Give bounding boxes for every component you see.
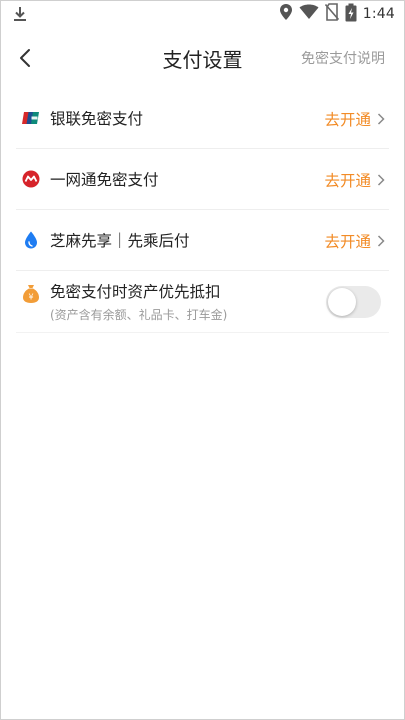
open-action[interactable]: 去开通 xyxy=(324,210,385,271)
no-sim-icon xyxy=(324,3,339,25)
wifi-icon xyxy=(299,4,319,24)
list-item-cmb[interactable]: 一网通免密支付 去开通 xyxy=(16,149,389,210)
cmb-icon xyxy=(22,170,40,188)
open-action[interactable]: 去开通 xyxy=(324,88,385,149)
list-item-unionpay[interactable]: 银联免密支付 去开通 xyxy=(16,88,389,149)
sesame-drop-icon xyxy=(22,231,40,249)
toggle-knob xyxy=(328,288,356,316)
asset-priority-sublabel: (资产含有余额、礼品卡、打车金) xyxy=(50,308,228,322)
battery-icon xyxy=(345,3,357,26)
list-item-asset-priority: ¥ 免密支付时资产优先抵扣 (资产含有余额、礼品卡、打车金) xyxy=(16,271,389,333)
status-time: 1:44 xyxy=(362,6,395,22)
status-bar: 1:44 xyxy=(0,0,405,28)
download-icon xyxy=(10,4,30,24)
chevron-right-icon xyxy=(377,234,385,247)
location-icon xyxy=(279,3,293,25)
list-item-label: 一网通免密支付 xyxy=(50,171,159,189)
money-bag-icon: ¥ xyxy=(22,285,40,303)
open-action-label: 去开通 xyxy=(324,171,371,190)
open-action-label: 去开通 xyxy=(324,110,371,129)
asset-priority-toggle[interactable] xyxy=(326,286,381,318)
list-item-label: 银联免密支付 xyxy=(50,110,144,128)
list-item-sesame[interactable]: 芝麻先享｜先乘后付 去开通 xyxy=(16,210,389,271)
chevron-right-icon xyxy=(377,112,385,125)
asset-priority-label: 免密支付时资产优先抵扣 xyxy=(50,283,221,301)
open-action-label: 去开通 xyxy=(324,232,371,251)
svg-text:¥: ¥ xyxy=(28,293,33,302)
open-action[interactable]: 去开通 xyxy=(324,149,385,210)
settings-list: 银联免密支付 去开通 一网通免密支付 去开通 芝麻先享｜先乘后付 去开通 ¥ 免… xyxy=(16,88,389,333)
list-item-label: 芝麻先享｜先乘后付 xyxy=(50,232,190,250)
nav-bar: 支付设置 免密支付说明 xyxy=(0,30,405,86)
free-pay-info-link[interactable]: 免密支付说明 xyxy=(301,48,385,68)
chevron-right-icon xyxy=(377,173,385,186)
unionpay-icon xyxy=(22,109,40,127)
